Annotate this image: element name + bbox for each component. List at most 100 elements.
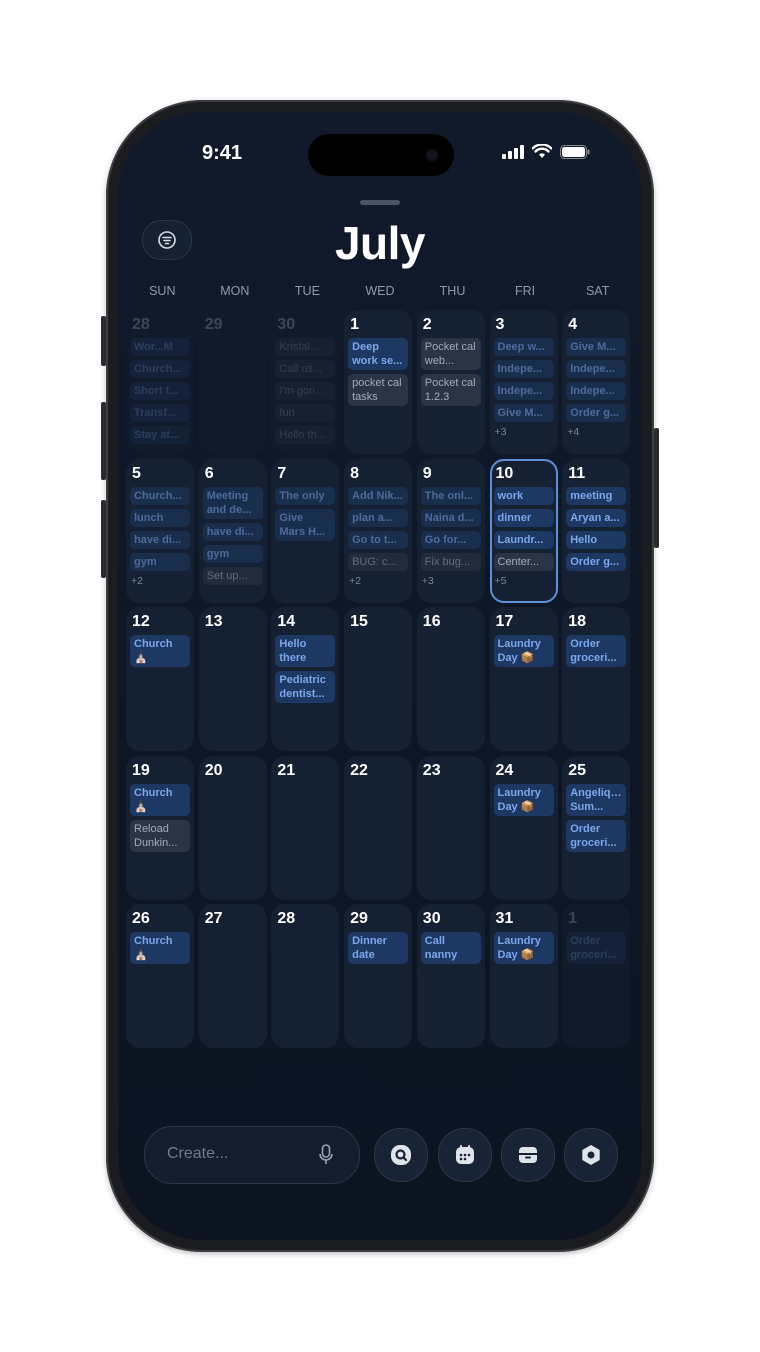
event-chip[interactable]: The only	[275, 486, 336, 505]
day-cell[interactable]: 29	[198, 310, 267, 454]
event-chip[interactable]: dinner	[493, 508, 554, 527]
event-chip[interactable]: Laundry Day 📦	[493, 783, 554, 816]
event-chip[interactable]: have di...	[130, 530, 190, 549]
inbox-button[interactable]	[501, 1128, 555, 1182]
event-chip[interactable]: Call nanny	[420, 932, 481, 964]
event-chip[interactable]: Church...	[130, 486, 190, 505]
event-chip[interactable]: Call us...	[275, 360, 336, 378]
day-cell[interactable]: 7 The only Give Mars H...	[271, 458, 340, 603]
event-chip[interactable]: Pocket cal web...	[420, 338, 481, 370]
day-cell[interactable]: 22	[344, 755, 413, 900]
event-chip[interactable]: Church ⛪	[130, 635, 190, 667]
day-cell[interactable]: 27	[198, 904, 267, 1048]
event-chip[interactable]: Aryan a...	[566, 508, 627, 527]
event-chip[interactable]: Give M...	[566, 338, 627, 356]
sheet-grabber[interactable]	[360, 200, 400, 205]
event-chip[interactable]: Pocket cal 1.2.3	[420, 374, 481, 406]
event-chip[interactable]: Naina d...	[420, 508, 481, 527]
microphone-icon[interactable]	[319, 1144, 333, 1166]
more-events-count[interactable]: +2	[131, 575, 190, 587]
event-chip[interactable]: Meeting and de...	[202, 486, 263, 519]
event-chip[interactable]: Church ⛪	[130, 932, 190, 964]
day-cell[interactable]: 30 Kristal... Call us... I'm gon... fun Hello…	[271, 310, 340, 454]
day-cell[interactable]: 28	[271, 904, 340, 1048]
event-chip[interactable]: Order g...	[566, 552, 627, 571]
event-chip[interactable]: Go to t...	[348, 530, 409, 549]
event-chip[interactable]: have di...	[202, 522, 263, 541]
day-cell[interactable]: 31 Laundry Day 📦	[489, 904, 558, 1048]
day-cell[interactable]: 5 Church... lunch have di... gym +2	[126, 458, 194, 603]
event-chip[interactable]: plan a...	[348, 508, 409, 527]
day-cell[interactable]: 15	[344, 607, 413, 751]
event-chip[interactable]: BUG: c...	[348, 552, 409, 571]
day-cell[interactable]: 19 Church ⛪ Reload Dunkin...	[126, 755, 194, 900]
event-chip[interactable]: Deep w...	[493, 338, 554, 356]
day-cell[interactable]: 2 Pocket cal web... Pocket cal 1.2.3	[416, 310, 485, 454]
day-cell[interactable]: 9 The onl... Naina d... Go for... Fix bug...…	[416, 458, 485, 603]
day-cell[interactable]: 1 Deep work se... pocket cal tasks	[344, 310, 413, 454]
event-chip[interactable]: Give M...	[493, 404, 554, 422]
event-chip[interactable]: meeting	[566, 486, 627, 505]
event-chip[interactable]: The onl...	[420, 486, 481, 505]
day-cell[interactable]: 14 Hello there Pediatric dentist...	[271, 607, 340, 751]
day-cell[interactable]: 17 Laundry Day 📦	[489, 607, 558, 751]
event-chip[interactable]: I'm gon...	[275, 382, 336, 400]
event-chip[interactable]: Dinner date	[348, 932, 409, 964]
event-chip[interactable]: Laundry Day 📦	[493, 635, 554, 667]
event-chip[interactable]: Hello	[566, 530, 627, 549]
event-chip[interactable]: Order groceri...	[566, 932, 627, 964]
day-cell[interactable]: 8 Add Nik... plan a... Go to t... BUG: c... +…	[344, 458, 413, 603]
more-events-count[interactable]: +2	[349, 575, 408, 587]
event-chip[interactable]: Hello there	[275, 635, 336, 667]
event-chip[interactable]: gym	[130, 552, 190, 571]
day-cell[interactable]: 4 Give M... Indepe... Indepe... Order g... +4	[562, 310, 631, 454]
day-cell[interactable]: 20	[198, 755, 267, 900]
event-chip[interactable]: Transf...	[130, 404, 190, 422]
day-cell[interactable]: 1 Order groceri...	[562, 904, 631, 1048]
event-chip[interactable]: Set up...	[202, 566, 263, 585]
create-input[interactable]: Create...	[144, 1126, 360, 1184]
settings-button[interactable]	[564, 1128, 618, 1182]
event-chip[interactable]: Laundry Day 📦	[493, 932, 554, 964]
search-button[interactable]	[374, 1128, 428, 1182]
event-chip[interactable]: Deep work se...	[348, 338, 409, 370]
more-events-count[interactable]: +3	[495, 426, 554, 438]
day-cell[interactable]: 25 Angelique Sum... Order groceri...	[562, 755, 631, 900]
more-events-count[interactable]: +5	[495, 575, 554, 587]
day-cell[interactable]: 6 Meeting and de... have di... gym Set up...	[198, 458, 267, 603]
event-chip[interactable]: Fix bug...	[420, 552, 481, 571]
day-cell[interactable]: 29 Dinner date	[344, 904, 413, 1048]
day-cell[interactable]: 23	[416, 755, 485, 900]
event-chip[interactable]: Stay at...	[130, 426, 190, 444]
calendar-button[interactable]	[438, 1128, 492, 1182]
event-chip[interactable]: Order groceri...	[566, 635, 627, 667]
event-chip[interactable]: Order groceri...	[566, 819, 627, 852]
event-chip[interactable]: Give Mars H...	[275, 508, 336, 541]
day-cell[interactable]: 21	[271, 755, 340, 900]
event-chip[interactable]: Indepe...	[493, 360, 554, 378]
day-cell[interactable]: 3 Deep w... Indepe... Indepe... Give M... +3	[489, 310, 558, 454]
event-chip[interactable]: Angelique Sum...	[566, 783, 627, 816]
event-chip[interactable]: Reload Dunkin...	[130, 819, 190, 852]
day-cell[interactable]: 18 Order groceri...	[562, 607, 631, 751]
day-cell[interactable]: 28 Wor...M Church... Short t... Transf... Sta…	[126, 310, 194, 454]
event-chip[interactable]: Pediatric dentist...	[275, 671, 336, 703]
event-chip[interactable]: fun	[275, 404, 336, 422]
event-chip[interactable]: Short t...	[130, 382, 190, 400]
day-cell[interactable]: 30 Call nanny	[416, 904, 485, 1048]
event-chip[interactable]: work	[493, 486, 554, 505]
event-chip[interactable]: Indepe...	[566, 360, 627, 378]
event-chip[interactable]: Indepe...	[493, 382, 554, 400]
event-chip[interactable]: Laundr...	[493, 530, 554, 549]
day-cell[interactable]: 10 work dinner Laundr... Center... +5	[489, 458, 558, 603]
event-chip[interactable]: Center...	[493, 552, 554, 571]
more-events-count[interactable]: +3	[422, 575, 481, 587]
day-cell[interactable]: 26 Church ⛪	[126, 904, 194, 1048]
more-events-count[interactable]: +4	[567, 426, 626, 438]
day-cell[interactable]: 13	[198, 607, 267, 751]
event-chip[interactable]: Add Nik...	[348, 486, 409, 505]
event-chip[interactable]: Order g...	[566, 404, 627, 422]
day-cell[interactable]: 16	[416, 607, 485, 751]
day-cell[interactable]: 12 Church ⛪	[126, 607, 194, 751]
event-chip[interactable]: Church ⛪	[130, 783, 190, 816]
